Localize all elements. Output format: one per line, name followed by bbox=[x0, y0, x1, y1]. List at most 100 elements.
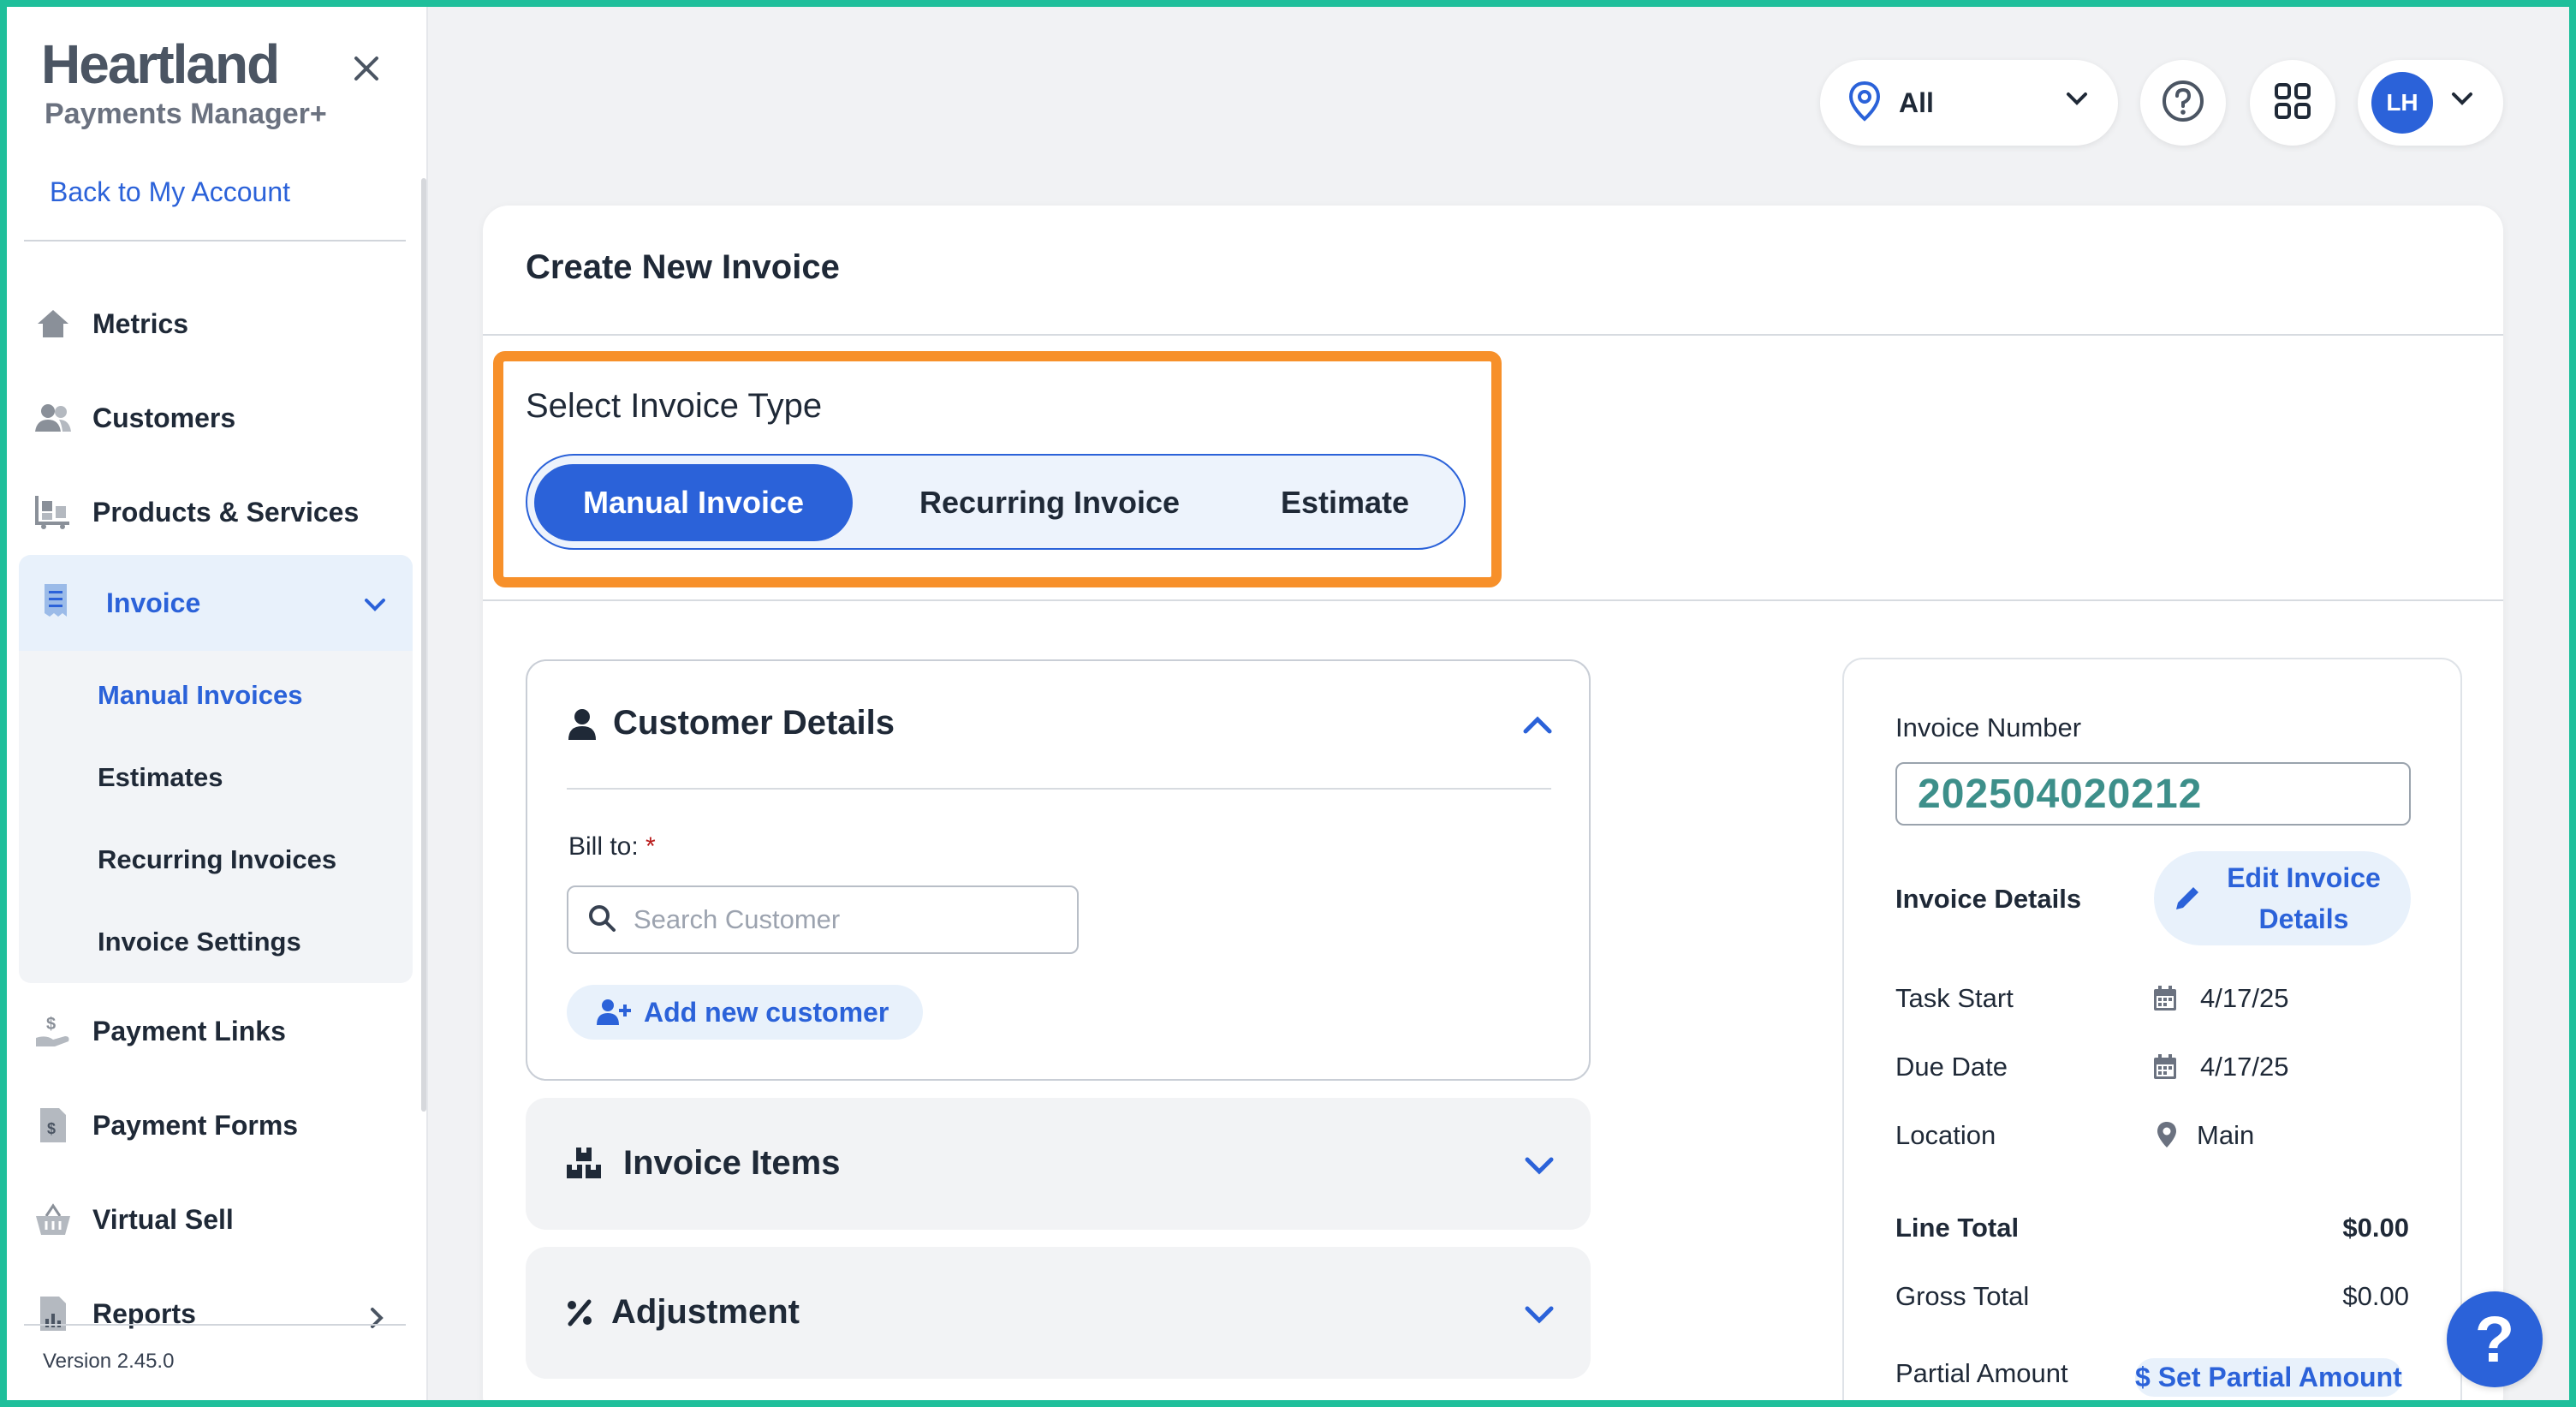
add-new-customer-button[interactable]: Add new customer bbox=[567, 985, 923, 1040]
due-date-value[interactable]: 4/17/25 bbox=[2200, 1052, 2288, 1082]
set-partial-amount-label: Set Partial Amount bbox=[2157, 1362, 2402, 1392]
add-new-customer-label: Add new customer bbox=[644, 996, 889, 1028]
bill-to-label: Bill to: * bbox=[568, 832, 656, 861]
percent-icon bbox=[565, 1298, 594, 1332]
line-total-value: $0.00 bbox=[2342, 1213, 2409, 1243]
location-pin-icon bbox=[1847, 80, 1882, 126]
sidebar-divider bbox=[24, 240, 406, 241]
create-invoice-card: Create New Invoice Select Invoice Type M… bbox=[483, 206, 2503, 1407]
page-title: Create New Invoice bbox=[526, 248, 840, 286]
sidebar-item-label: Products & Services bbox=[92, 496, 360, 528]
floating-help-button[interactable]: ? bbox=[2447, 1291, 2543, 1387]
partial-amount-label: Partial Amount bbox=[1895, 1358, 2068, 1388]
brand-title: Heartland bbox=[41, 33, 280, 95]
location-label: Location bbox=[1895, 1120, 1996, 1150]
user-icon bbox=[567, 707, 598, 746]
help-button[interactable] bbox=[2140, 60, 2226, 146]
invoice-number-field[interactable]: 202504020212 bbox=[1895, 762, 2411, 826]
adjustment-panel[interactable]: Adjustment bbox=[526, 1247, 1591, 1379]
user-menu-button[interactable]: LH bbox=[2358, 60, 2503, 146]
calendar-icon bbox=[2152, 985, 2178, 1016]
manual-invoice-option[interactable]: Manual Invoice bbox=[534, 464, 853, 541]
sidebar-item-label: Customers bbox=[92, 402, 236, 433]
calendar-icon bbox=[2152, 1053, 2178, 1085]
submenu-invoice-settings[interactable]: Invoice Settings bbox=[98, 927, 301, 957]
search-icon bbox=[587, 903, 616, 937]
sidebar-item-reports[interactable]: Reports bbox=[33, 1279, 406, 1348]
invoice-type-label: Select Invoice Type bbox=[526, 387, 823, 425]
invoice-items-panel[interactable]: Invoice Items bbox=[526, 1098, 1591, 1230]
search-customer-input[interactable] bbox=[634, 904, 1044, 935]
search-customer-field[interactable] bbox=[567, 885, 1079, 954]
products-icon bbox=[33, 492, 74, 533]
invoice-icon bbox=[43, 582, 77, 623]
chevron-down-icon bbox=[2065, 91, 2089, 112]
sidebar-item-payment-links[interactable]: $ Payment Links bbox=[33, 997, 406, 1065]
set-partial-amount-link[interactable]: $ Set Partial Amount bbox=[2135, 1358, 2402, 1397]
task-start-value[interactable]: 4/17/25 bbox=[2200, 983, 2288, 1014]
app-version: Version 2.45.0 bbox=[43, 1350, 175, 1373]
sidebar-item-label: Virtual Sell bbox=[92, 1203, 234, 1235]
apps-grid-icon bbox=[2274, 82, 2311, 124]
close-icon[interactable] bbox=[346, 48, 387, 89]
panel-divider bbox=[567, 788, 1551, 790]
customer-details-panel: Customer Details Bill to: * Add new cust… bbox=[526, 659, 1591, 1081]
boxes-icon bbox=[565, 1146, 603, 1184]
sidebar: Heartland Payments Manager+ Back to My A… bbox=[7, 7, 428, 1400]
svg-text:$: $ bbox=[46, 1015, 56, 1034]
location-select[interactable]: All bbox=[1820, 60, 2118, 146]
home-icon bbox=[33, 303, 74, 344]
chevron-right-icon bbox=[368, 1305, 385, 1337]
required-mark: * bbox=[645, 832, 656, 861]
payment-form-icon: $ bbox=[33, 1105, 74, 1146]
sidebar-item-customers[interactable]: Customers bbox=[33, 384, 406, 452]
add-user-icon bbox=[597, 999, 631, 1025]
gross-total-value: $0.00 bbox=[2342, 1281, 2409, 1311]
sidebar-item-products[interactable]: Products & Services bbox=[33, 478, 406, 546]
payment-links-icon: $ bbox=[33, 1011, 74, 1052]
chevron-up-icon[interactable] bbox=[1522, 714, 1553, 739]
edit-invoice-details-button[interactable]: Edit Invoice Details bbox=[2154, 851, 2411, 945]
chevron-down-icon bbox=[1524, 1156, 1555, 1181]
line-total-label: Line Total bbox=[1895, 1213, 2020, 1243]
apps-button[interactable] bbox=[2250, 60, 2335, 146]
chevron-down-icon bbox=[2450, 91, 2474, 112]
back-to-account-link[interactable]: Back to My Account bbox=[50, 176, 290, 208]
submenu-manual-invoices[interactable]: Manual Invoices bbox=[98, 680, 302, 711]
reports-icon bbox=[33, 1293, 74, 1334]
location-pin-icon bbox=[2156, 1120, 2178, 1154]
bill-to-text: Bill to: bbox=[568, 832, 639, 861]
sidebar-item-virtual-sell[interactable]: Virtual Sell bbox=[33, 1185, 406, 1254]
help-circle-icon bbox=[2161, 79, 2205, 128]
chevron-down-icon bbox=[363, 589, 387, 621]
submenu-recurring-invoices[interactable]: Recurring Invoices bbox=[98, 844, 336, 875]
brand-logo: Heartland Payments Manager+ bbox=[41, 33, 327, 131]
sidebar-item-payment-forms[interactable]: $ Payment Forms bbox=[33, 1091, 406, 1160]
dollar-icon: $ bbox=[2135, 1362, 2151, 1392]
invoice-number-label: Invoice Number bbox=[1895, 712, 2082, 742]
type-divider bbox=[483, 599, 2503, 601]
adjustment-title: Adjustment bbox=[611, 1293, 800, 1331]
invoice-items-title: Invoice Items bbox=[623, 1144, 841, 1182]
sidebar-item-metrics[interactable]: Metrics bbox=[33, 289, 406, 358]
sidebar-item-label: Payment Forms bbox=[92, 1109, 299, 1141]
title-divider bbox=[483, 334, 2503, 336]
pencil-icon bbox=[2176, 887, 2198, 909]
gross-total-label: Gross Total bbox=[1895, 1281, 2030, 1311]
sidebar-item-invoice[interactable]: Invoice bbox=[19, 555, 413, 651]
users-icon bbox=[33, 397, 74, 438]
recurring-invoice-option[interactable]: Recurring Invoice bbox=[878, 464, 1221, 541]
avatar: LH bbox=[2371, 72, 2433, 134]
estimate-option[interactable]: Estimate bbox=[1246, 464, 1443, 541]
location-value: Main bbox=[2197, 1120, 2255, 1150]
sidebar-item-label: Metrics bbox=[92, 307, 189, 339]
sidebar-bottom-divider bbox=[24, 1324, 406, 1326]
invoice-details-label: Invoice Details bbox=[1895, 884, 2082, 914]
invoice-summary-panel: Invoice Number 202504020212 Invoice Deta… bbox=[1842, 658, 2462, 1407]
svg-text:$: $ bbox=[47, 1120, 56, 1137]
task-start-label: Task Start bbox=[1895, 983, 2014, 1013]
sidebar-scrollbar[interactable] bbox=[421, 178, 426, 1112]
submenu-estimates[interactable]: Estimates bbox=[98, 762, 223, 793]
brand-subtitle: Payments Manager+ bbox=[45, 98, 327, 130]
sidebar-item-label: Payment Links bbox=[92, 1015, 286, 1046]
